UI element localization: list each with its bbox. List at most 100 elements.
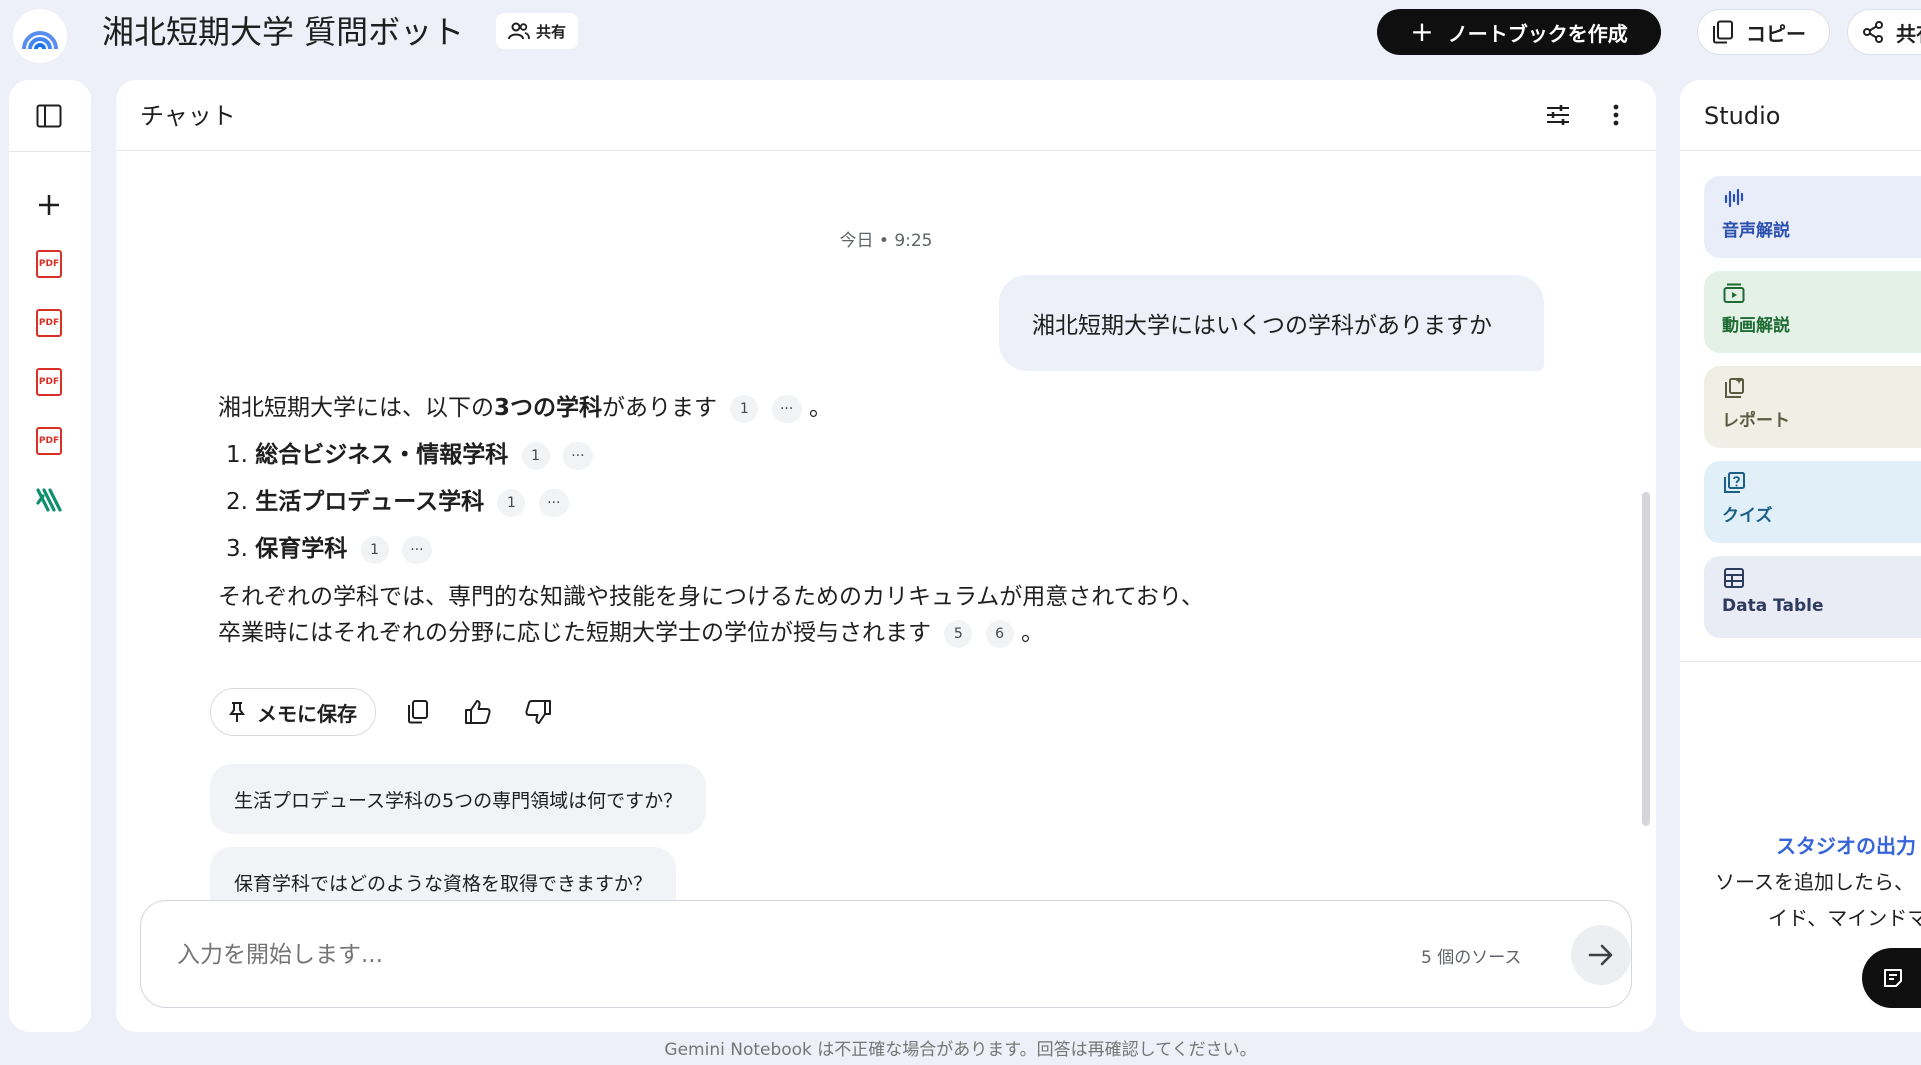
copy-button[interactable]: コピー bbox=[1697, 9, 1830, 55]
answer-intro: 湘北短期大学には、以下の3つの学科があります 1 ··· 。 bbox=[218, 390, 1418, 426]
source-pdf-3[interactable]: PDF bbox=[29, 362, 69, 402]
citation-chip[interactable]: 5 bbox=[944, 619, 973, 648]
department-list: 1. 総合ビジネス・情報学科 1 ··· 2. 生活プロデュース学科 1 ···… bbox=[218, 437, 1418, 567]
list-item-label: 生活プロデュース学科 bbox=[255, 489, 485, 515]
panel-toggle-icon[interactable] bbox=[29, 96, 69, 136]
pdf-icon: PDF bbox=[36, 368, 62, 396]
save-to-memo-label: メモに保存 bbox=[257, 701, 357, 726]
list-item-number: 1. bbox=[226, 442, 248, 468]
studio-header: Studio bbox=[1680, 80, 1921, 151]
rail-divider bbox=[9, 151, 91, 152]
web-source-icon bbox=[36, 488, 62, 512]
thumbs-up-icon[interactable] bbox=[460, 694, 496, 730]
suggested-question[interactable]: 生活プロデュース学科の5つの専門領域は何ですか？ bbox=[210, 764, 707, 834]
chat-panel: チャット 今日 • 9:25 湘北短期大学にはいくつの学科がありますか 湘北短期… bbox=[116, 80, 1656, 1032]
share-button[interactable]: 共有 bbox=[1847, 9, 1921, 55]
pdf-icon: PDF bbox=[36, 427, 62, 455]
list-item-label: 保育学科 bbox=[255, 536, 348, 562]
studio-output-title: スタジオの出力 bbox=[1776, 834, 1916, 858]
studio-title: Studio bbox=[1704, 102, 1781, 130]
source-pdf-1[interactable]: PDF bbox=[29, 244, 69, 284]
chat-scrollbar[interactable] bbox=[1642, 492, 1650, 826]
answer-period: 。 bbox=[808, 395, 832, 421]
create-notebook-label: ノートブックを作成 bbox=[1447, 21, 1628, 46]
message-timestamp: 今日 • 9:25 bbox=[839, 231, 933, 251]
studio-tile-quiz[interactable]: クイズ bbox=[1704, 461, 1921, 543]
citation-more-chip[interactable]: ··· bbox=[538, 488, 569, 517]
list-item-label: 総合ビジネス・情報学科 bbox=[255, 442, 509, 468]
studio-tile-data-table[interactable]: Data Table bbox=[1704, 556, 1921, 638]
answer-intro-text: 湘北短期大学には、以下の bbox=[218, 395, 494, 421]
people-icon bbox=[508, 22, 530, 40]
more-vert-icon[interactable] bbox=[1598, 97, 1634, 133]
sources-rail: PDF PDF PDF PDF bbox=[9, 80, 91, 1032]
studio-tile-audio[interactable]: 音声解説 bbox=[1704, 176, 1921, 258]
citation-chip[interactable]: 1 bbox=[497, 488, 526, 517]
source-web-1[interactable] bbox=[29, 480, 69, 520]
studio-divider bbox=[1680, 661, 1921, 662]
studio-tile-report[interactable]: レポート bbox=[1704, 366, 1921, 448]
create-notebook-button[interactable]: + ノートブックを作成 bbox=[1377, 9, 1661, 55]
plus-icon: + bbox=[1410, 15, 1434, 48]
answer-actions: メモに保存 bbox=[210, 688, 556, 736]
citation-more-chip[interactable]: ··· bbox=[401, 535, 432, 564]
shared-badge-label: 共有 bbox=[536, 22, 567, 41]
top-bar: 湘北短期大学 質問ボット 共有 + ノートブックを作成 コピー 共有 bbox=[0, 0, 1921, 64]
chat-input[interactable] bbox=[177, 931, 1177, 979]
studio-tile-video[interactable]: 動画解説 bbox=[1704, 271, 1921, 353]
studio-tile-label: クイズ bbox=[1722, 506, 1773, 526]
source-count: 5 個のソース bbox=[1421, 948, 1522, 968]
citation-more-chip[interactable]: ··· bbox=[771, 394, 802, 423]
notebook-title[interactable]: 湘北短期大学 質問ボット bbox=[102, 10, 464, 54]
answer-period: 。 bbox=[1020, 620, 1044, 646]
send-button[interactable] bbox=[1571, 925, 1631, 985]
arrow-right-icon bbox=[1588, 944, 1613, 966]
disclaimer-footer: Gemini Notebook は不正確な場合があります。回答は再確認してくださ… bbox=[664, 1040, 1257, 1060]
list-item-number: 3. bbox=[226, 536, 248, 562]
copy-label: コピー bbox=[1746, 21, 1806, 46]
citation-chip[interactable]: 1 bbox=[360, 535, 389, 564]
share-label: 共有 bbox=[1896, 21, 1921, 46]
user-message-bubble: 湘北短期大学にはいくつの学科がありますか bbox=[999, 275, 1544, 371]
citation-more-chip[interactable]: ··· bbox=[562, 441, 593, 470]
studio-panel: Studio 音声解説 動画解説 レポート クイズ Data Table スタジ… bbox=[1680, 80, 1921, 1032]
answer-paragraph-line2: 卒業時にはそれぞれの分野に応じた短期大学士の学位が授与されます 5 6 。 bbox=[218, 615, 1418, 651]
citation-chip[interactable]: 6 bbox=[985, 619, 1014, 648]
studio-tile-label: 動画解説 bbox=[1722, 316, 1790, 336]
add-source-icon[interactable] bbox=[29, 185, 69, 225]
chat-title: チャット bbox=[140, 102, 236, 130]
list-item-number: 2. bbox=[226, 489, 248, 515]
thumbs-down-icon[interactable] bbox=[520, 694, 556, 730]
app-logo-icon[interactable] bbox=[13, 9, 67, 63]
shared-badge[interactable]: 共有 bbox=[496, 13, 579, 49]
studio-output-text: イド、マインドマ bbox=[1768, 906, 1921, 930]
chat-header: チャット bbox=[116, 80, 1656, 151]
add-note-button[interactable] bbox=[1862, 948, 1921, 1008]
pdf-icon: PDF bbox=[36, 250, 62, 278]
share-icon bbox=[1863, 21, 1883, 43]
save-to-memo-button[interactable]: メモに保存 bbox=[210, 688, 376, 736]
assistant-answer: 湘北短期大学には、以下の3つの学科があります 1 ··· 。 1. 総合ビジネス… bbox=[218, 390, 1418, 651]
tune-icon[interactable] bbox=[1540, 97, 1576, 133]
studio-output-text: ソースを追加したら、 bbox=[1715, 870, 1914, 894]
answer-paragraph-text: 卒業時にはそれぞれの分野に応じた短期大学士の学位が授与されます bbox=[218, 620, 931, 646]
data-table-icon bbox=[1724, 568, 1744, 588]
source-pdf-4[interactable]: PDF bbox=[29, 421, 69, 461]
quiz-icon bbox=[1724, 472, 1745, 493]
pin-icon bbox=[229, 702, 245, 722]
user-message-text: 湘北短期大学にはいくつの学科がありますか bbox=[1032, 313, 1492, 339]
citation-chip[interactable]: 1 bbox=[730, 394, 759, 423]
list-item: 1. 総合ビジネス・情報学科 1 ··· bbox=[218, 437, 1418, 473]
list-item: 2. 生活プロデュース学科 1 ··· bbox=[218, 484, 1418, 520]
list-item: 3. 保育学科 1 ··· bbox=[218, 531, 1418, 567]
source-pdf-2[interactable]: PDF bbox=[29, 303, 69, 343]
citation-chip[interactable]: 1 bbox=[521, 441, 550, 470]
studio-tile-label: 音声解説 bbox=[1722, 221, 1790, 241]
report-icon bbox=[1725, 377, 1744, 398]
answer-intro-suffix: があります bbox=[602, 395, 718, 421]
copy-answer-icon[interactable] bbox=[400, 694, 436, 730]
answer-paragraph-line1: それぞれの学科では、専門的な知識や技能を身につけるためのカリキュラムが用意されて… bbox=[218, 584, 1205, 610]
studio-tile-label: Data Table bbox=[1722, 596, 1824, 616]
video-overview-icon bbox=[1723, 283, 1745, 303]
pdf-icon: PDF bbox=[36, 309, 62, 337]
